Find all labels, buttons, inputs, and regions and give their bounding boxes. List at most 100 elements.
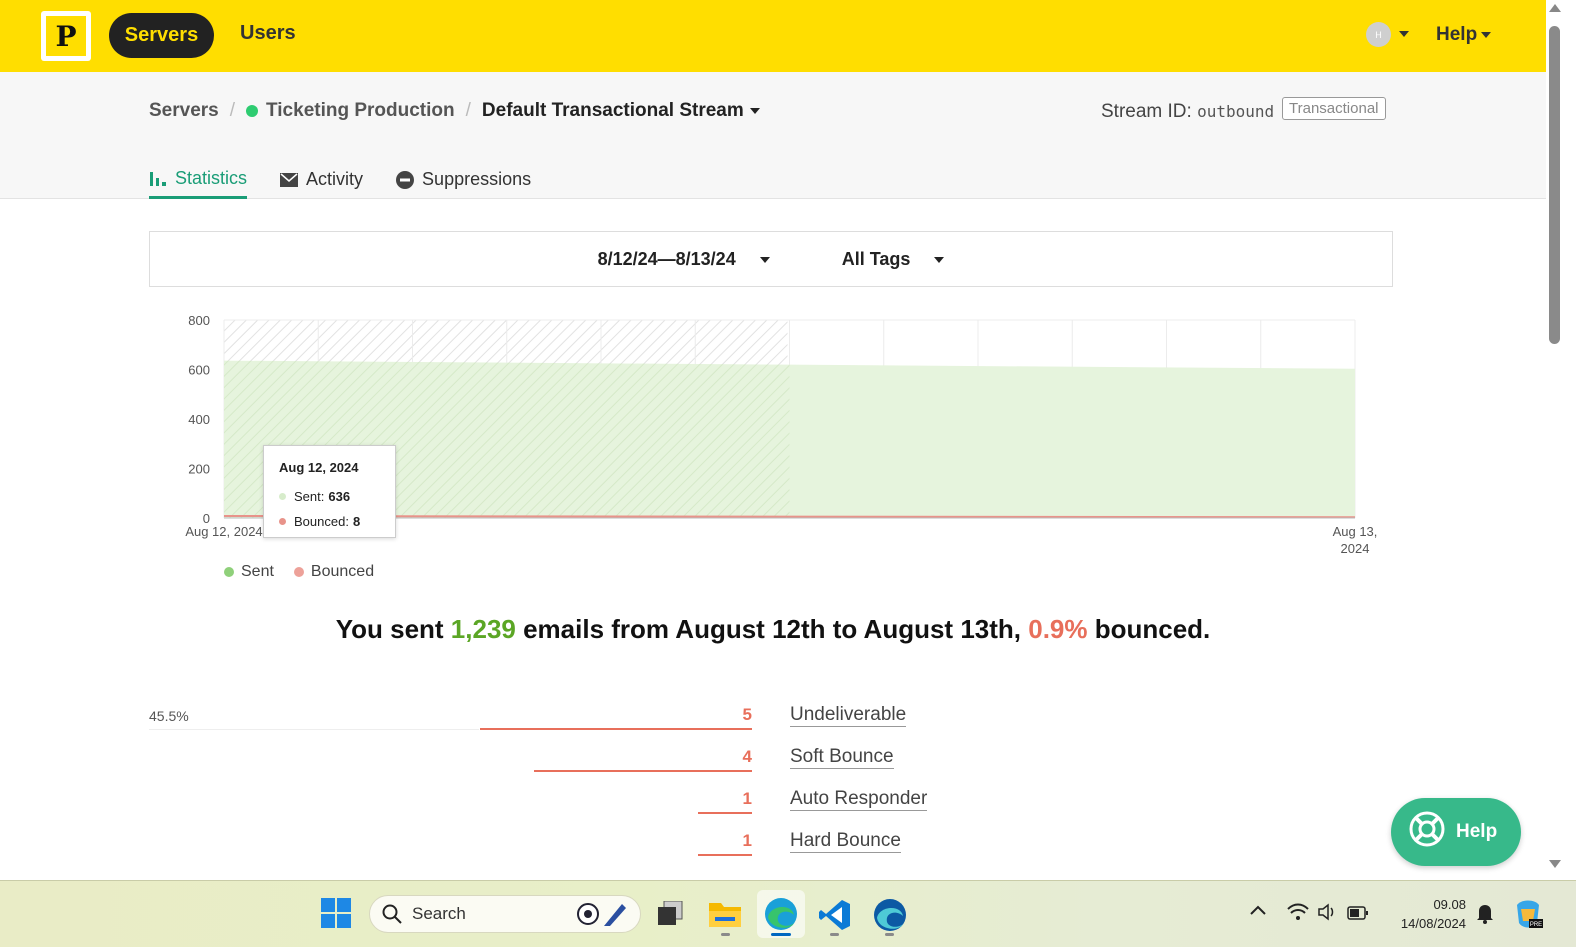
x-tick-label: Aug 13, — [1333, 524, 1378, 539]
edge-browser-icon[interactable] — [757, 890, 805, 938]
bounce-row: 4 Soft Bounce — [0, 746, 1000, 776]
bounce-count: 1 — [742, 831, 752, 850]
send-summary: You sent 1,239 emails from August 12th t… — [0, 614, 1546, 645]
chevron-down-icon — [1481, 31, 1492, 38]
tray-date: 14/08/2024 — [1400, 916, 1466, 931]
show-hidden-icons-chevron-icon[interactable] — [1250, 905, 1266, 915]
scrollbar-thumb[interactable] — [1549, 26, 1560, 344]
scroll-down-arrow-icon[interactable] — [1549, 860, 1561, 868]
help-chat-label: Help — [1456, 821, 1498, 842]
bounce-count: 4 — [742, 747, 752, 766]
notification-bell-icon[interactable] — [1475, 902, 1495, 924]
taskbar-search-placeholder: Search — [412, 904, 466, 923]
chart-legend: Sent Bounced — [224, 563, 394, 581]
x-tick-label: Aug 12, 2024 — [185, 524, 262, 539]
copilot-icon[interactable]: PRE — [1513, 899, 1543, 929]
tags-dropdown[interactable]: All Tags — [824, 249, 963, 270]
server-status-dot-icon — [246, 105, 259, 117]
breadcrumb-separator: / — [465, 100, 471, 121]
bounce-bar — [480, 728, 752, 730]
avatar[interactable]: H — [1366, 22, 1391, 47]
tooltip-bounced-label: Bounced: — [294, 514, 349, 529]
battery-icon[interactable] — [1347, 906, 1369, 920]
tab-statistics-label: Statistics — [175, 167, 248, 188]
tab-activity-label: Activity — [306, 169, 364, 189]
volume-icon[interactable] — [1317, 903, 1339, 921]
bounce-type-link[interactable]: Soft Bounce — [790, 746, 894, 769]
summary-sent-count: 1,239 — [450, 614, 516, 644]
wifi-icon[interactable] — [1287, 903, 1309, 921]
date-range-dropdown[interactable]: 8/12/24—8/13/24 — [580, 249, 788, 270]
tooltip-bounced-value: 8 — [352, 514, 361, 529]
account-caret-icon[interactable] — [1399, 31, 1409, 37]
chevron-down-icon — [934, 256, 945, 263]
scroll-up-arrow-icon[interactable] — [1549, 4, 1561, 12]
windows-start-icon[interactable] — [321, 898, 351, 928]
x-tick-label: 2024 — [1341, 541, 1370, 556]
chart-tooltip: Aug 12, 2024 Sent: 636 Bounced: 8 — [263, 445, 396, 538]
y-tick-label: 600 — [188, 363, 210, 378]
sent-dot-icon — [279, 493, 286, 500]
tooltip-title: Aug 12, 2024 — [279, 460, 359, 475]
breadcrumb-server[interactable]: Ticketing Production — [266, 100, 455, 122]
running-indicator — [721, 933, 730, 936]
tab-suppressions[interactable]: Suppressions — [396, 160, 531, 199]
lifebuoy-icon — [1408, 810, 1446, 854]
tray-time: 09.08 — [1433, 897, 1466, 912]
date-range-label: 8/12/24—8/13/24 — [597, 248, 736, 269]
bounce-type-link[interactable]: Undeliverable — [790, 704, 907, 727]
svg-text:PRE: PRE — [1530, 922, 1542, 928]
summary-suffix: bounced. — [1087, 614, 1211, 644]
stream-tabs: Statistics Activity Suppressions — [149, 160, 564, 199]
breadcrumb-stream[interactable]: Default Transactional Stream — [482, 100, 744, 122]
summary-prefix: You sent — [335, 614, 451, 644]
stream-dropdown-icon[interactable] — [749, 108, 760, 114]
filter-bar: 8/12/24—8/13/24 All Tags — [149, 231, 1393, 287]
summary-bounce-rate: 0.9% — [1028, 614, 1088, 644]
taskbar-search-box[interactable]: Search — [369, 895, 641, 933]
tray-clock[interactable]: 09.08 14/08/2024 — [1386, 895, 1466, 933]
bounce-row: 1 Hard Bounce — [0, 830, 1000, 860]
minus-circle-icon — [396, 170, 415, 189]
active-indicator — [771, 933, 791, 936]
vscode-icon[interactable] — [818, 898, 852, 932]
stream-header: Servers / Ticketing Production / Default… — [0, 72, 1546, 199]
nav-users[interactable]: Users — [240, 22, 296, 45]
help-chat-button[interactable]: Help — [1391, 798, 1521, 866]
task-view-icon[interactable] — [656, 901, 684, 927]
bounce-row: 1 Auto Responder — [0, 788, 1000, 818]
nav-servers[interactable]: Servers — [109, 13, 214, 58]
help-menu-label: Help — [1436, 24, 1478, 45]
stream-id-value: outbound — [1197, 102, 1275, 121]
stream-type-badge: Transactional — [1282, 97, 1386, 120]
sent-legend-dot-icon — [224, 567, 234, 577]
logo-letter: P — [46, 16, 86, 56]
legend-bounced-label: Bounced — [310, 563, 375, 580]
postmark-logo[interactable]: P — [41, 11, 91, 61]
help-menu[interactable]: Help — [1436, 24, 1492, 46]
breadcrumb: Servers / Ticketing Production / Default… — [149, 100, 760, 122]
stream-id: Stream ID: outbound — [1101, 101, 1274, 123]
bounce-bar — [534, 770, 752, 772]
legend-bounced[interactable]: Bounced — [293, 563, 375, 581]
bar-chart-icon — [149, 169, 167, 187]
chevron-down-icon — [759, 256, 770, 263]
bounce-count: 1 — [742, 789, 752, 808]
bounce-type-link[interactable]: Auto Responder — [790, 788, 928, 811]
file-explorer-icon[interactable] — [709, 899, 741, 927]
y-tick-label: 800 — [188, 313, 210, 328]
y-tick-label: 200 — [188, 462, 210, 477]
tab-activity[interactable]: Activity — [280, 160, 363, 199]
running-indicator — [830, 933, 839, 936]
bounce-count: 5 — [742, 705, 752, 724]
envelope-icon — [280, 172, 299, 187]
bounce-bar — [697, 854, 752, 856]
breadcrumb-servers[interactable]: Servers — [149, 100, 219, 122]
tab-statistics[interactable]: Statistics — [149, 160, 248, 199]
tooltip-sent-row: Sent: 636 — [279, 489, 380, 504]
bounce-type-link[interactable]: Hard Bounce — [790, 830, 901, 853]
search-icon — [382, 904, 402, 924]
summary-middle: emails from August 12th to August 13th, — [515, 614, 1029, 644]
edge-dev-icon[interactable] — [873, 898, 907, 932]
legend-sent[interactable]: Sent — [224, 563, 274, 581]
